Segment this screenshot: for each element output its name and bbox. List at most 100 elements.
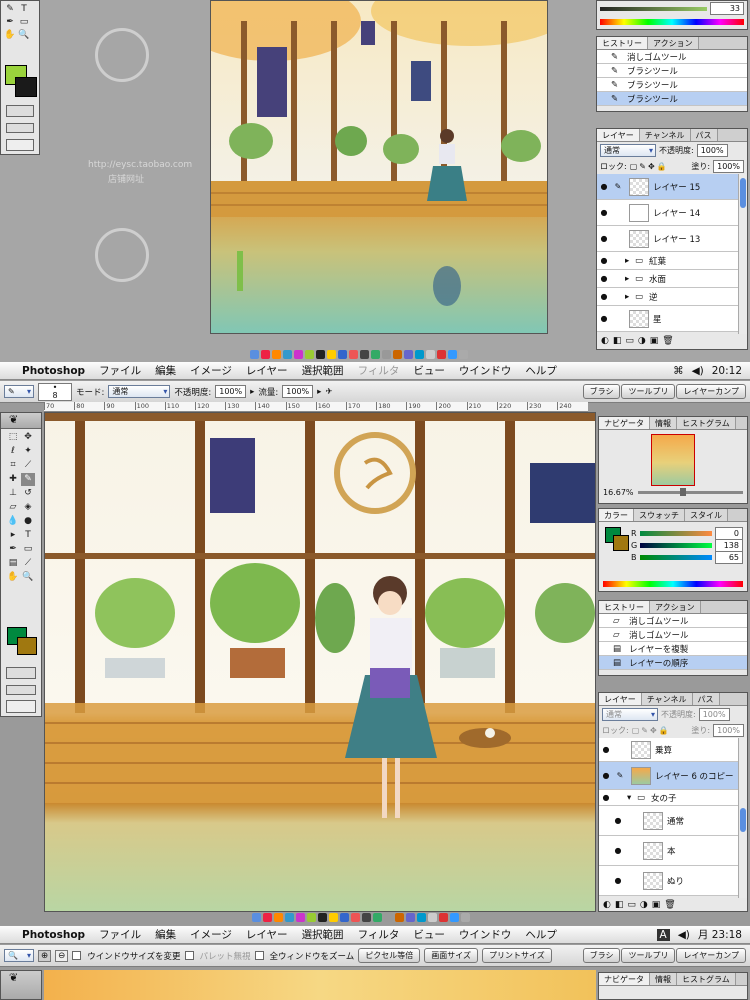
document-canvas[interactable] (44, 970, 596, 1000)
tab-navigator[interactable]: ナビゲータ (599, 417, 650, 429)
layer-group-row[interactable]: ● ▾ ▭ 女の子 (599, 790, 747, 806)
color-ramp[interactable] (603, 581, 743, 587)
tab-info[interactable]: 情報 (650, 973, 677, 985)
history-item[interactable]: ✎ 消しゴムツール (597, 50, 747, 64)
layer-row[interactable]: ● ぬり (599, 866, 747, 896)
history-item[interactable]: ▤ レイヤーを複製 (599, 642, 747, 656)
eye-icon[interactable]: ● (597, 256, 611, 265)
history-item[interactable]: ✎ ブラシツール (597, 64, 747, 78)
volume-icon[interactable]: ◀) (692, 365, 704, 377)
opacity-field[interactable]: 100% (215, 385, 247, 398)
menu-layer[interactable]: レイヤー (246, 927, 288, 942)
healing-icon[interactable]: ✚ (6, 473, 20, 486)
well-layer-comps[interactable]: レイヤーカンプ (676, 384, 746, 399)
tab-color[interactable]: カラー (599, 509, 634, 521)
eye-icon[interactable]: ● (599, 793, 613, 802)
brush-picker[interactable]: • 8 (38, 382, 72, 401)
fill-field[interactable]: 100% (713, 160, 744, 173)
background-color[interactable] (15, 77, 37, 97)
adjustment-icon[interactable]: ◑ (638, 336, 646, 346)
arrow-right-icon[interactable]: ▸ (250, 387, 254, 397)
input-indicator[interactable]: A (656, 928, 670, 941)
magic-wand-icon[interactable]: ✦ (21, 445, 35, 458)
brush-icon[interactable]: ✎ (21, 473, 35, 486)
well-brushes[interactable]: ブラシ (582, 384, 621, 399)
swatch-value[interactable]: 33 (710, 2, 744, 15)
adjustment-icon[interactable]: ◑ (640, 900, 648, 910)
eye-icon[interactable]: ● (611, 816, 625, 825)
quickmask-icon[interactable] (6, 105, 34, 117)
layer-group-row[interactable]: ● ▸ ▭ 紅葉 (597, 252, 747, 270)
fit-window-checkbox[interactable] (72, 951, 82, 960)
tab-info[interactable]: 情報 (650, 417, 677, 429)
b-field[interactable]: 65 (715, 550, 743, 564)
input-menu-icon[interactable]: ⌘ (673, 365, 684, 377)
opacity-field[interactable]: 100% (696, 144, 728, 157)
tab-history[interactable]: ヒストリー (599, 601, 650, 613)
quickmask-icon[interactable] (6, 667, 36, 679)
b-slider[interactable] (639, 554, 712, 560)
blend-mode-select[interactable]: 通常 (600, 144, 656, 157)
triangle-right-icon[interactable]: ▸ (625, 274, 635, 284)
layer-row[interactable]: ● 本 (599, 836, 747, 866)
document-canvas[interactable] (210, 0, 548, 334)
well-tool-presets[interactable]: ツールプリ (621, 384, 676, 399)
text-icon[interactable]: T (17, 3, 31, 16)
color-ramp[interactable] (600, 19, 744, 25)
menu-view[interactable]: ビュー (413, 927, 445, 942)
eye-icon[interactable]: ● (597, 234, 611, 243)
app-menu[interactable]: Photoshop (22, 365, 85, 377)
tab-paths[interactable]: パス (692, 693, 720, 705)
triangle-down-icon[interactable]: ▾ (627, 793, 637, 803)
eye-icon[interactable]: ● (597, 208, 611, 217)
mode-select[interactable]: 通常 (108, 385, 171, 398)
tool-preset-picker[interactable]: 🔍 (4, 949, 34, 962)
eye-icon[interactable]: ● (599, 745, 613, 754)
menu-file[interactable]: ファイル (99, 363, 141, 378)
tab-paths[interactable]: パス (690, 129, 718, 141)
new-layer-icon[interactable]: ▣ (650, 336, 659, 346)
text-icon[interactable]: T (21, 529, 35, 542)
history-item[interactable]: ✎ ブラシツール (597, 78, 747, 92)
layers-scrollbar[interactable] (738, 174, 747, 334)
menu-help[interactable]: ヘルプ (525, 363, 557, 378)
mask-icon[interactable]: ◧ (615, 900, 624, 910)
trash-icon[interactable]: 🗑 (662, 336, 673, 346)
tab-navigator[interactable]: ナビゲータ (599, 973, 650, 985)
layer-group-row[interactable]: ● ▸ ▭ 逆 (597, 288, 747, 306)
background-color[interactable] (17, 637, 37, 655)
zoom-percent[interactable]: 16.67% (603, 488, 634, 497)
well-layer-comps[interactable]: レイヤーカンプ (676, 948, 746, 963)
triangle-right-icon[interactable]: ▸ (625, 256, 635, 266)
layer-style-icon[interactable]: ◐ (601, 336, 609, 346)
tab-swatches[interactable]: スウォッチ (634, 509, 685, 521)
layer-row[interactable]: ● レイヤー 14 (597, 200, 747, 226)
dodge-icon[interactable]: ● (21, 515, 35, 528)
screenmode-icon[interactable] (6, 685, 36, 695)
menu-image[interactable]: イメージ (190, 927, 232, 942)
print-size-button[interactable]: プリントサイズ (482, 948, 552, 963)
clock[interactable]: 月 23:18 (698, 927, 742, 942)
path-select-icon[interactable]: ▸ (6, 529, 20, 542)
menu-filter[interactable]: フィルタ (358, 363, 400, 378)
menu-edit[interactable]: 編集 (155, 363, 176, 378)
color-background[interactable] (613, 535, 629, 551)
actual-pixels-button[interactable]: ピクセル等倍 (358, 948, 421, 963)
menu-file[interactable]: ファイル (99, 927, 141, 942)
g-slider[interactable] (640, 542, 712, 548)
zoom-icon[interactable]: 🔍 (17, 29, 31, 42)
tab-layers[interactable]: レイヤー (599, 693, 642, 705)
r-slider[interactable] (639, 530, 712, 536)
bucket-icon[interactable]: ◈ (21, 501, 35, 514)
eye-icon[interactable]: ● (611, 846, 625, 855)
dock[interactable] (250, 347, 468, 361)
ignore-palettes-checkbox[interactable] (184, 951, 194, 960)
airbrush-icon[interactable]: ✈ (325, 387, 332, 397)
zoom-slider[interactable] (637, 488, 743, 496)
fill-field[interactable]: 100% (713, 724, 744, 737)
lasso-icon[interactable]: ℓ (6, 445, 20, 458)
jump-to-imageready-icon[interactable] (6, 700, 36, 713)
eye-icon[interactable]: ● (597, 182, 611, 191)
lock-icons[interactable]: ▢✎✥🔒 (630, 162, 669, 171)
mask-icon[interactable]: ◧ (613, 336, 622, 346)
